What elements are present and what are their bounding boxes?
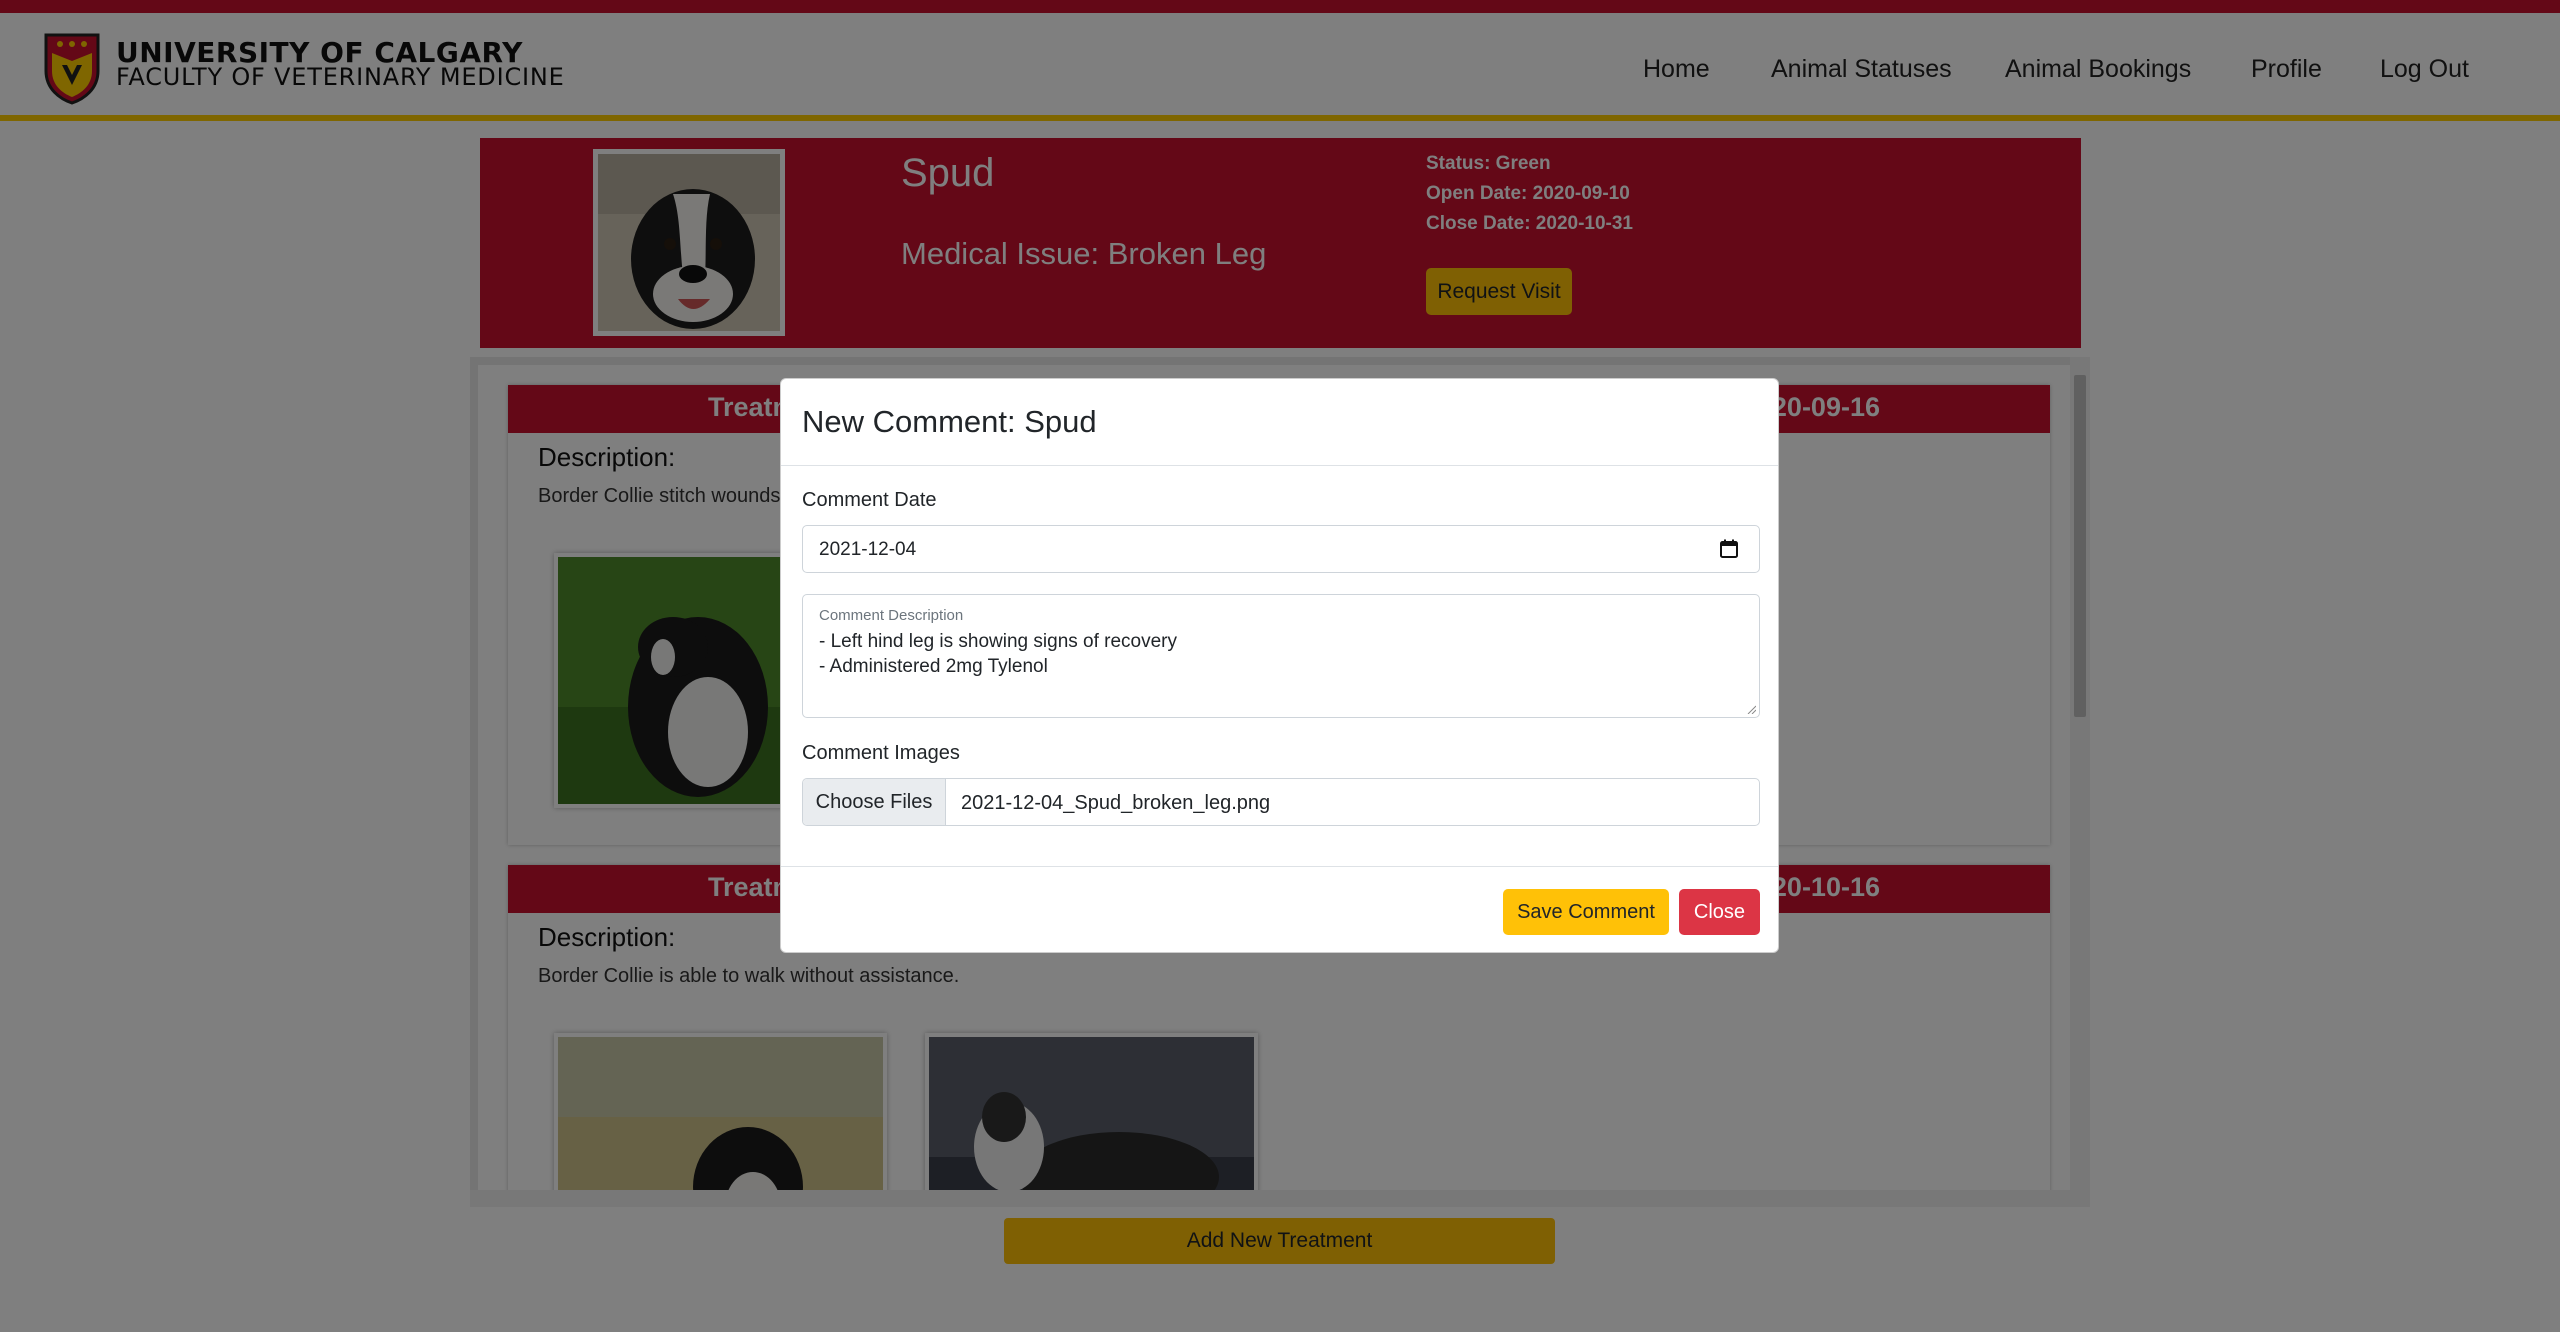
- save-comment-button[interactable]: Save Comment: [1503, 889, 1669, 935]
- new-comment-modal: New Comment: Spud Comment Date 2021-12-0…: [780, 378, 1779, 953]
- comment-date-input[interactable]: 2021-12-04: [802, 525, 1760, 573]
- comment-date-value: 2021-12-04: [819, 539, 917, 560]
- modal-title: New Comment: Spud: [802, 404, 1097, 439]
- calendar-icon[interactable]: [1719, 539, 1739, 559]
- comment-images-input[interactable]: Choose Files 2021-12-04_Spud_broken_leg.…: [802, 778, 1760, 826]
- choose-files-button[interactable]: Choose Files: [803, 779, 946, 825]
- comment-date-label: Comment Date: [802, 489, 937, 511]
- comment-description-line: - Left hind leg is showing signs of reco…: [819, 631, 1178, 652]
- resize-grip-icon[interactable]: [1746, 704, 1756, 714]
- comment-images-label: Comment Images: [802, 742, 960, 764]
- comment-description-textarea[interactable]: Comment Description - Left hind leg is s…: [802, 594, 1760, 718]
- comment-description-label: Comment Description: [819, 607, 964, 624]
- modal-footer: Save Comment Close: [781, 866, 1778, 954]
- close-modal-button[interactable]: Close: [1679, 889, 1760, 935]
- comment-description-line: - Administered 2mg Tylenol: [819, 656, 1048, 677]
- selected-file-name: 2021-12-04_Spud_broken_leg.png: [961, 792, 1271, 814]
- modal-header: New Comment: Spud: [781, 379, 1778, 466]
